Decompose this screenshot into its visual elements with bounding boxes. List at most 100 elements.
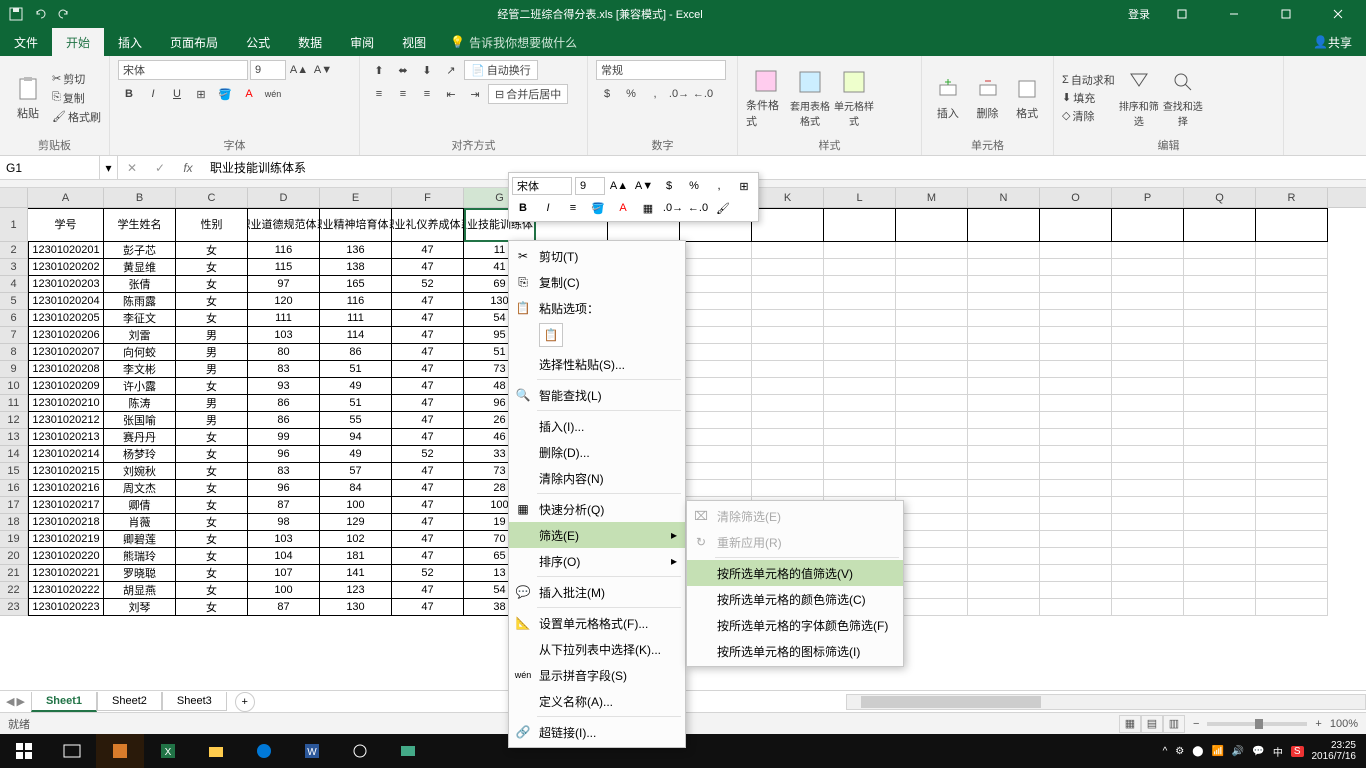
- cell[interactable]: [1184, 582, 1256, 599]
- currency-icon[interactable]: $: [596, 84, 618, 104]
- tray-icon[interactable]: 📶: [1211, 746, 1223, 757]
- cell[interactable]: 84: [320, 480, 392, 497]
- cell[interactable]: [1040, 395, 1112, 412]
- cell[interactable]: 111: [320, 310, 392, 327]
- cell[interactable]: [1184, 514, 1256, 531]
- cell[interactable]: [680, 463, 752, 480]
- mini-comma-icon[interactable]: ,: [708, 176, 730, 196]
- cell[interactable]: [1112, 276, 1184, 293]
- wrap-text-button[interactable]: 📄自动换行: [464, 60, 538, 80]
- cell[interactable]: [1184, 463, 1256, 480]
- insert-cells-button[interactable]: 插入: [930, 75, 966, 121]
- cell[interactable]: 12301020217: [28, 497, 104, 514]
- cell[interactable]: [1040, 242, 1112, 259]
- sheet-tab-1[interactable]: Sheet1: [31, 692, 97, 712]
- cell[interactable]: 130: [320, 599, 392, 616]
- cell[interactable]: 141: [320, 565, 392, 582]
- align-left-icon[interactable]: ≡: [368, 84, 390, 104]
- cell[interactable]: [824, 327, 896, 344]
- cell[interactable]: [968, 463, 1040, 480]
- cell[interactable]: 12301020203: [28, 276, 104, 293]
- cell[interactable]: 12301020221: [28, 565, 104, 582]
- cell[interactable]: [1256, 276, 1328, 293]
- cell[interactable]: [824, 208, 896, 242]
- increase-font-icon[interactable]: A▲: [288, 60, 310, 80]
- cell[interactable]: [896, 327, 968, 344]
- cell[interactable]: [1040, 480, 1112, 497]
- copy-button[interactable]: ⎘复制: [52, 90, 101, 106]
- cell[interactable]: [896, 599, 968, 616]
- cell[interactable]: [1184, 429, 1256, 446]
- cell[interactable]: [1184, 361, 1256, 378]
- name-box-dropdown[interactable]: ▾: [100, 156, 118, 179]
- cell[interactable]: 47: [392, 463, 464, 480]
- cell[interactable]: [1040, 463, 1112, 480]
- cell[interactable]: 女: [176, 259, 248, 276]
- align-bottom-icon[interactable]: ⬇: [416, 60, 438, 80]
- cell[interactable]: [968, 480, 1040, 497]
- cell[interactable]: [1256, 480, 1328, 497]
- cell[interactable]: [752, 310, 824, 327]
- cell[interactable]: 男: [176, 361, 248, 378]
- ctx-hyperlink[interactable]: 🔗超链接(I)...: [509, 719, 685, 745]
- cell[interactable]: [752, 463, 824, 480]
- inc-decimal-icon[interactable]: .0→: [668, 84, 690, 104]
- cell[interactable]: [968, 582, 1040, 599]
- cell[interactable]: [752, 242, 824, 259]
- row-header[interactable]: 14: [0, 446, 28, 463]
- cell[interactable]: 刘琴: [104, 599, 176, 616]
- cell[interactable]: [1040, 582, 1112, 599]
- cell[interactable]: 12301020222: [28, 582, 104, 599]
- cell[interactable]: 女: [176, 548, 248, 565]
- cell[interactable]: [1256, 582, 1328, 599]
- cell[interactable]: [824, 310, 896, 327]
- cell[interactable]: 136: [320, 242, 392, 259]
- sheet-nav-next-icon[interactable]: ▶: [16, 695, 24, 708]
- cell[interactable]: 女: [176, 429, 248, 446]
- cell[interactable]: 47: [392, 412, 464, 429]
- cell[interactable]: [896, 412, 968, 429]
- cell[interactable]: [896, 208, 968, 242]
- cell[interactable]: [1040, 327, 1112, 344]
- row-header[interactable]: 17: [0, 497, 28, 514]
- pinyin-button[interactable]: wén: [262, 84, 284, 104]
- cell[interactable]: [1112, 599, 1184, 616]
- taskbar-settings-icon[interactable]: [336, 734, 384, 768]
- cell[interactable]: 女: [176, 599, 248, 616]
- cell[interactable]: [968, 208, 1040, 242]
- row-header[interactable]: 10: [0, 378, 28, 395]
- paste-button[interactable]: 粘贴: [8, 75, 48, 121]
- cell[interactable]: 12301020205: [28, 310, 104, 327]
- cell[interactable]: [1112, 395, 1184, 412]
- cell[interactable]: [968, 310, 1040, 327]
- header-cell[interactable]: 学号: [28, 208, 104, 242]
- cell[interactable]: 12301020220: [28, 548, 104, 565]
- cell[interactable]: 55: [320, 412, 392, 429]
- cell[interactable]: [1184, 412, 1256, 429]
- cell[interactable]: [968, 446, 1040, 463]
- cell[interactable]: [1040, 514, 1112, 531]
- cell[interactable]: 100: [320, 497, 392, 514]
- view-page-layout-icon[interactable]: ▤: [1141, 715, 1163, 733]
- tab-view[interactable]: 视图: [388, 28, 440, 56]
- cell[interactable]: [1112, 565, 1184, 582]
- cell[interactable]: 12301020213: [28, 429, 104, 446]
- cell[interactable]: [1040, 293, 1112, 310]
- cell[interactable]: 47: [392, 531, 464, 548]
- cell[interactable]: 47: [392, 310, 464, 327]
- row-header[interactable]: 18: [0, 514, 28, 531]
- save-icon[interactable]: [8, 6, 24, 22]
- mini-currency-icon[interactable]: $: [658, 176, 680, 196]
- row-header[interactable]: 23: [0, 599, 28, 616]
- taskbar-app-2[interactable]: [384, 734, 432, 768]
- bold-button[interactable]: B: [118, 84, 140, 104]
- cell[interactable]: [896, 276, 968, 293]
- column-header[interactable]: L: [824, 188, 896, 207]
- ctx-pinyin[interactable]: wén显示拼音字段(S): [509, 662, 685, 688]
- add-sheet-button[interactable]: +: [235, 692, 255, 712]
- cell[interactable]: [896, 446, 968, 463]
- header-cell[interactable]: 职业精神培育体系: [320, 208, 392, 242]
- cell[interactable]: [1040, 208, 1112, 242]
- cell[interactable]: [968, 531, 1040, 548]
- cell[interactable]: [1184, 293, 1256, 310]
